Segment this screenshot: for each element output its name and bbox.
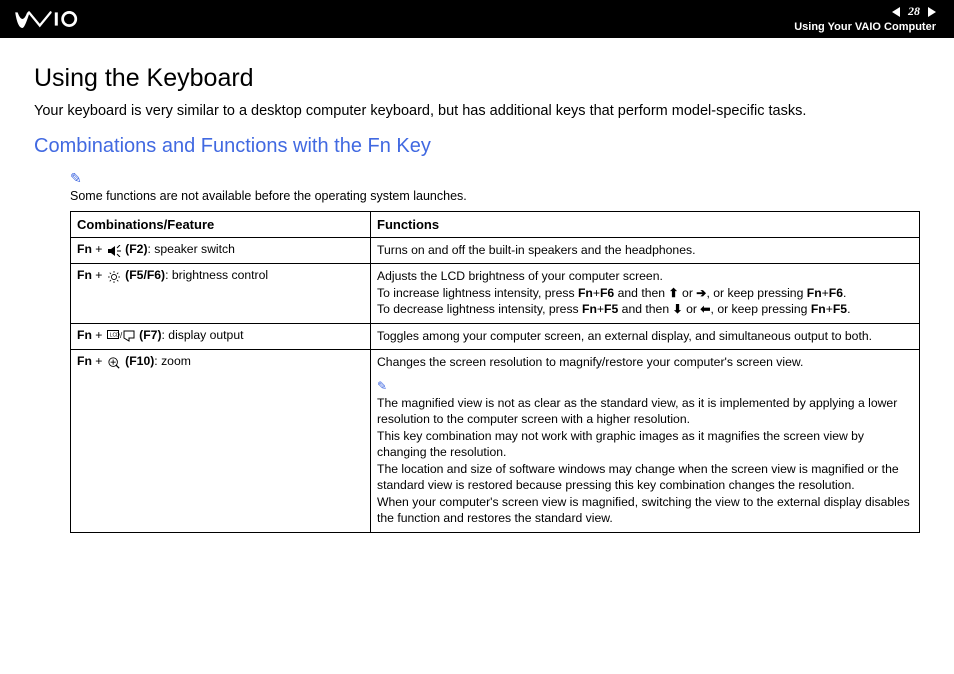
- page-content: Using the Keyboard Your keyboard is very…: [0, 38, 954, 533]
- fn-key-table: Combinations/Feature Functions Fn + (F2)…: [70, 211, 920, 533]
- page-nav: 28: [794, 5, 936, 19]
- function-cell: Turns on and off the built-in speakers a…: [371, 238, 920, 264]
- combo-cell: Fn + (F2): speaker switch: [71, 238, 371, 264]
- section-title: Using Your VAIO Computer: [794, 21, 936, 34]
- col-header-combo: Combinations/Feature: [71, 212, 371, 238]
- pencil-icon: ✎: [70, 170, 82, 187]
- function-cell: Toggles among your computer screen, an e…: [371, 323, 920, 349]
- nav-next-icon[interactable]: [926, 7, 936, 17]
- col-header-func: Functions: [371, 212, 920, 238]
- brightness-icon: [107, 269, 121, 283]
- combo-cell: Fn + (F5/F6): brightness control: [71, 264, 371, 323]
- zoom-icon: [107, 355, 121, 369]
- page-title: Using the Keyboard: [34, 64, 920, 93]
- header-bar: 28 Using Your VAIO Computer: [0, 0, 954, 38]
- function-cell: Adjusts the LCD brightness of your compu…: [371, 264, 920, 323]
- svg-text:LCD: LCD: [109, 333, 119, 339]
- display-icon: LCD/: [107, 329, 135, 343]
- combo-cell: Fn + LCD/ (F7): display output: [71, 323, 371, 349]
- combo-cell: Fn + (F10): zoom: [71, 350, 371, 532]
- pencil-icon: ✎: [377, 379, 913, 393]
- note-text: Some functions are not available before …: [70, 189, 920, 203]
- svg-text:/: /: [120, 331, 123, 340]
- speaker-icon: [107, 243, 121, 257]
- subheading: Combinations and Functions with the Fn K…: [34, 135, 920, 158]
- table-row: Fn + LCD/ (F7): display outputToggles am…: [71, 323, 920, 349]
- function-cell: Changes the screen resolution to magnify…: [371, 350, 920, 532]
- page-number: 28: [908, 5, 920, 19]
- table-row: Fn + (F5/F6): brightness controlAdjusts …: [71, 264, 920, 323]
- table-row: Fn + (F2): speaker switchTurns on and of…: [71, 238, 920, 264]
- top-note: ✎ Some functions are not available befor…: [70, 170, 920, 203]
- nav-prev-icon[interactable]: [892, 7, 902, 17]
- vaio-logo: [14, 10, 110, 28]
- table-row: Fn + (F10): zoomChanges the screen resol…: [71, 350, 920, 532]
- intro-paragraph: Your keyboard is very similar to a deskt…: [34, 103, 920, 119]
